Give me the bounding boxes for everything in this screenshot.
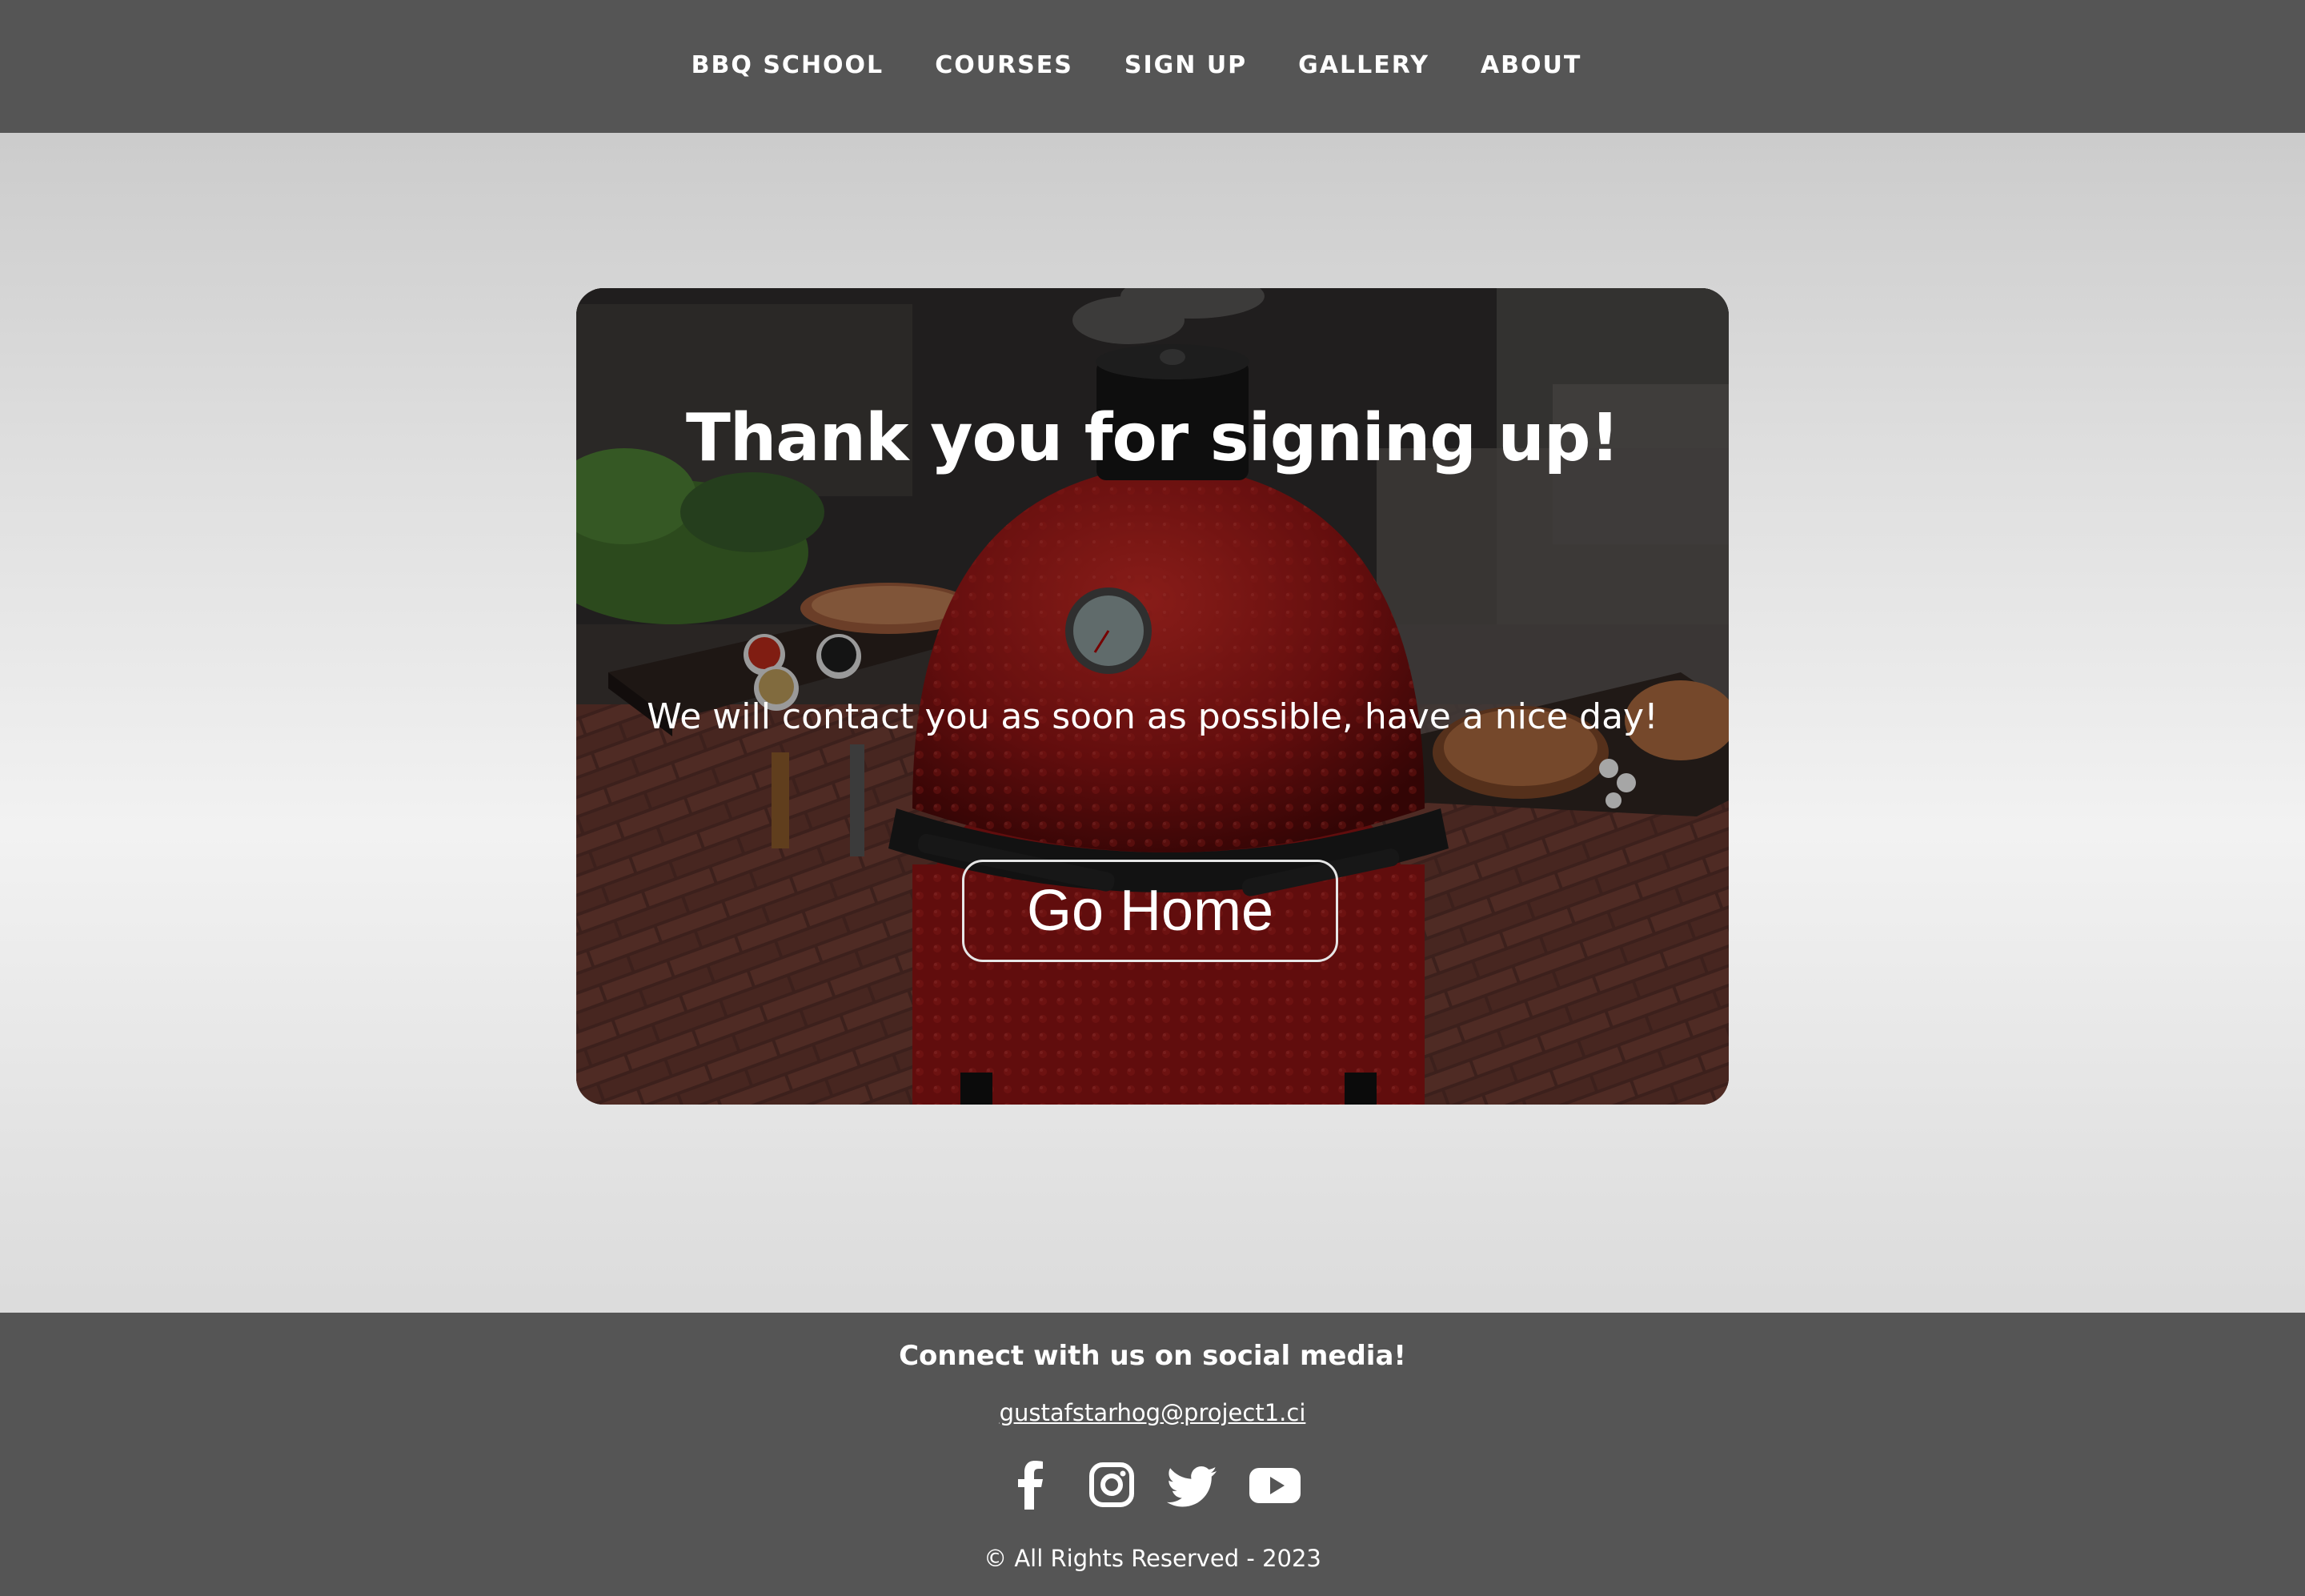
- nav-link-bbq-school[interactable]: BBQ SCHOOL: [692, 0, 884, 132]
- nav-link-courses[interactable]: COURSES: [935, 0, 1073, 132]
- nav-list: BBQ SCHOOL COURSES SIGN UP GALLERY ABOUT: [692, 1, 1582, 132]
- nav-item-sign-up: SIGN UP: [1124, 1, 1247, 132]
- thank-you-heading: Thank you for signing up!: [685, 400, 1620, 476]
- email-line: gustafstarhog@project1.ci: [0, 1399, 2305, 1426]
- site-footer: Connect with us on social media! gustafs…: [0, 1313, 2305, 1596]
- thank-you-card: Thank you for signing up! We will contac…: [576, 288, 1729, 1105]
- nav-item-gallery: GALLERY: [1298, 1, 1429, 132]
- connect-heading: Connect with us on social media!: [899, 1340, 1406, 1372]
- top-navigation: BBQ SCHOOL COURSES SIGN UP GALLERY ABOUT: [0, 0, 2305, 133]
- copyright-text: © All Rights Reserved - 2023: [984, 1545, 1321, 1572]
- contact-message: We will contact you as soon as possible,…: [647, 696, 1658, 737]
- youtube-icon[interactable]: [1247, 1457, 1303, 1513]
- facebook-icon[interactable]: [1002, 1457, 1058, 1513]
- nav-link-sign-up[interactable]: SIGN UP: [1124, 0, 1247, 132]
- nav-link-gallery[interactable]: GALLERY: [1298, 0, 1429, 132]
- go-home-button[interactable]: Go Home: [962, 860, 1338, 962]
- social-links: [0, 1457, 2305, 1513]
- nav-item-bbq-school: BBQ SCHOOL: [692, 1, 884, 132]
- nav-link-about[interactable]: ABOUT: [1481, 0, 1581, 132]
- email-link[interactable]: gustafstarhog@project1.ci: [1000, 1399, 1306, 1426]
- twitter-icon[interactable]: [1165, 1457, 1221, 1513]
- instagram-icon[interactable]: [1084, 1457, 1140, 1513]
- nav-item-courses: COURSES: [935, 1, 1073, 132]
- nav-item-about: ABOUT: [1481, 1, 1581, 132]
